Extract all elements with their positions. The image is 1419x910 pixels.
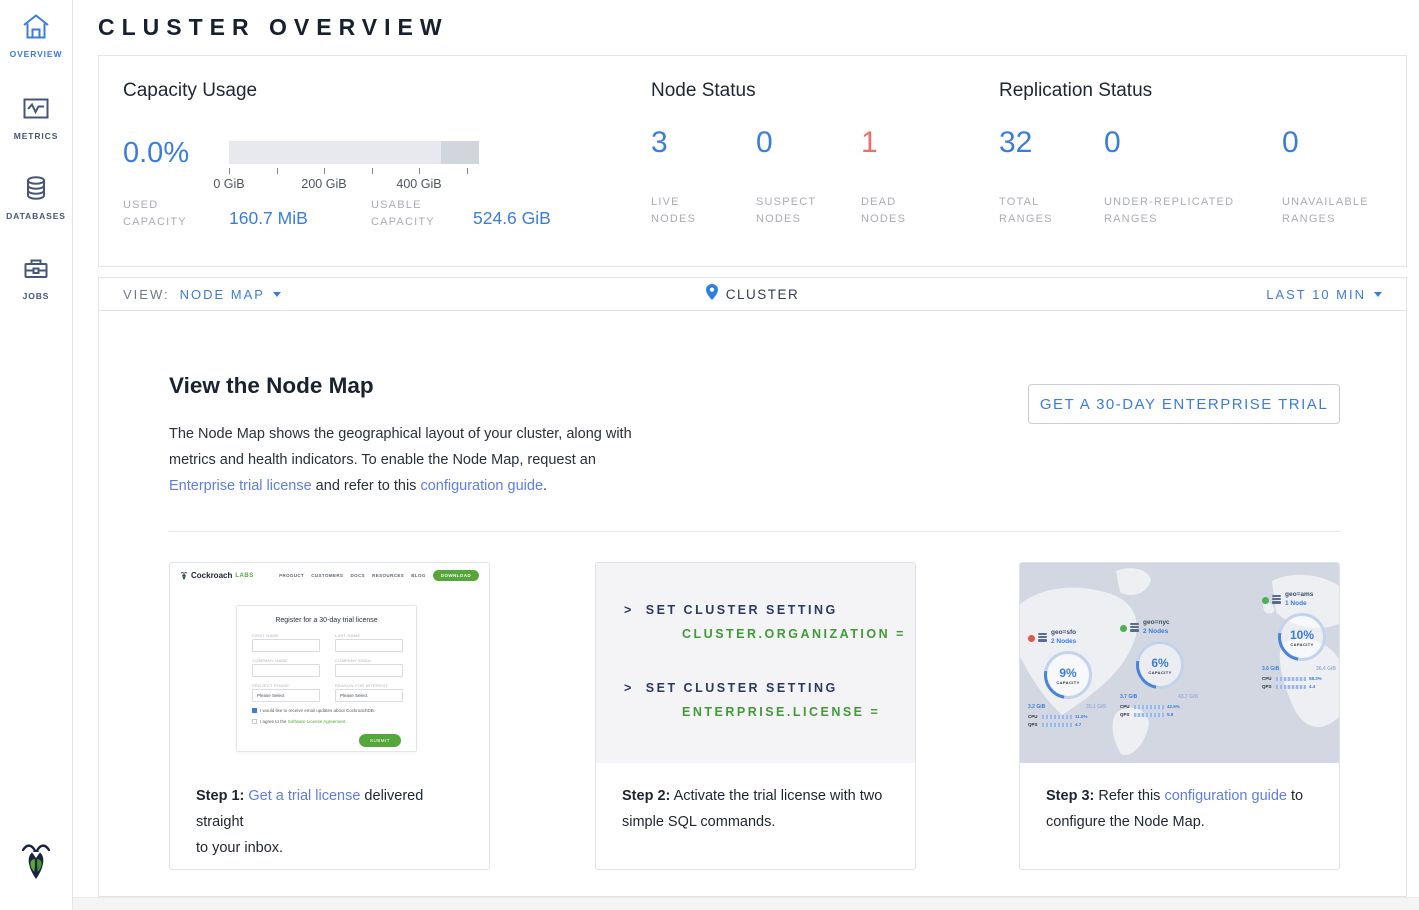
mini-nav-link: RESOURCES bbox=[372, 573, 404, 578]
time-range-dropdown[interactable]: LAST 10 MIN bbox=[1266, 278, 1382, 310]
sidebar: OVERVIEW METRICS DATABASES bbox=[0, 0, 73, 910]
status-dot-live-icon bbox=[1262, 597, 1269, 604]
sidebar-item-overview[interactable]: OVERVIEW bbox=[0, 12, 72, 59]
gauge-tick-label: 0 GiB bbox=[194, 177, 264, 191]
unavailable-ranges-count: 0 bbox=[1282, 126, 1299, 160]
unavailable-ranges-label: UNAVAILABLERANGES bbox=[1282, 194, 1369, 228]
step3-card: geo=sfo 2 Nodes 9% CAPACITY 3.2 GiB35.1 … bbox=[1019, 562, 1340, 870]
node-stack-icon bbox=[1130, 623, 1139, 633]
get-trial-license-link[interactable]: Get a trial license bbox=[248, 788, 360, 804]
page-bottom-strip bbox=[73, 897, 1419, 910]
cockroachdb-logo bbox=[0, 841, 72, 888]
gauge-tick bbox=[229, 168, 230, 174]
chevron-down-icon bbox=[1374, 292, 1382, 297]
used-capacity-label: USEDCAPACITY bbox=[123, 197, 187, 231]
replication-status-title: Replication Status bbox=[999, 80, 1152, 102]
capacity-gauge-bar bbox=[229, 141, 479, 164]
step1-card: CockroachLABS PRODUCT CUSTOMERS DOCS RES… bbox=[169, 562, 490, 870]
mini-nav-link: CUSTOMERS bbox=[311, 573, 343, 578]
capacity-percent: 0.0% bbox=[123, 137, 189, 170]
sidebar-item-metrics[interactable]: METRICS bbox=[0, 94, 72, 141]
total-ranges-count: 32 bbox=[999, 126, 1032, 160]
get-enterprise-trial-button[interactable]: GET A 30-DAY ENTERPRISE TRIAL bbox=[1028, 384, 1340, 424]
node-map-section: View the Node Map The Node Map shows the… bbox=[98, 310, 1407, 897]
gauge-tick-label: 400 GiB bbox=[384, 177, 454, 191]
metrics-chart-icon bbox=[0, 94, 72, 124]
view-toolbar: VIEW: NODE MAP CLUSTER LAST 10 MIN bbox=[98, 277, 1407, 311]
briefcase-icon bbox=[0, 254, 72, 284]
sidebar-item-label: DATABASES bbox=[0, 211, 72, 221]
suspect-nodes-count: 0 bbox=[756, 126, 773, 160]
sidebar-item-label: OVERVIEW bbox=[0, 49, 72, 59]
capacity-usage-title: Capacity Usage bbox=[123, 80, 257, 102]
step1-caption: Step 1: Get a trial license delivered st… bbox=[170, 763, 489, 861]
page-title: CLUSTER OVERVIEW bbox=[98, 14, 449, 41]
capacity-ring: 9% CAPACITY bbox=[1044, 651, 1092, 699]
sidebar-item-label: JOBS bbox=[0, 291, 72, 301]
mini-nav-link: BLOG bbox=[411, 573, 426, 578]
gauge-tick bbox=[277, 168, 278, 174]
usable-capacity-label: USABLECAPACITY bbox=[371, 197, 435, 231]
suspect-nodes-label: SUSPECTNODES bbox=[756, 194, 816, 228]
gauge-tick bbox=[372, 168, 373, 174]
under-replicated-ranges-label: UNDER-REPLICATEDRANGES bbox=[1104, 194, 1234, 228]
step2-card: > SET CLUSTER SETTING CLUSTER.ORGANIZATI… bbox=[595, 562, 916, 870]
node-stack-icon bbox=[1038, 633, 1047, 643]
node-status-title: Node Status bbox=[651, 80, 756, 102]
capacity-ring: 6% CAPACITY bbox=[1136, 641, 1184, 689]
step2-caption: Step 2: Activate the trial license with … bbox=[596, 763, 915, 835]
section-divider bbox=[169, 531, 1340, 532]
dead-nodes-label: DEADNODES bbox=[861, 194, 906, 228]
mini-trial-form: Register for a 30-day trial license FIRS… bbox=[236, 605, 417, 752]
gauge-tick bbox=[419, 168, 420, 174]
live-nodes-label: LIVENODES bbox=[651, 194, 696, 228]
section-heading: View the Node Map bbox=[169, 373, 374, 399]
sidebar-item-databases[interactable]: DATABASES bbox=[0, 174, 72, 221]
node-map-thumbnail: geo=sfo 2 Nodes 9% CAPACITY 3.2 GiB35.1 … bbox=[1020, 563, 1339, 763]
breadcrumb-cluster: CLUSTER bbox=[726, 287, 800, 302]
cluster-summary-panel: Capacity Usage 0.0% 0 GiB 200 GiB 400 Gi… bbox=[98, 55, 1407, 267]
capacity-gauge-nonusable-segment bbox=[441, 141, 479, 164]
mini-nav-link: DOCS bbox=[350, 573, 365, 578]
sidebar-item-label: METRICS bbox=[0, 131, 72, 141]
under-replicated-ranges-count: 0 bbox=[1104, 126, 1121, 160]
status-dot-dead-icon bbox=[1028, 635, 1035, 642]
gauge-tick-label: 200 GiB bbox=[289, 177, 359, 191]
sql-commands-thumbnail: > SET CLUSTER SETTING CLUSTER.ORGANIZATI… bbox=[596, 563, 915, 763]
sidebar-item-jobs[interactable]: JOBS bbox=[0, 254, 72, 301]
live-nodes-count: 3 bbox=[651, 126, 668, 160]
configuration-guide-link[interactable]: configuration guide bbox=[1164, 788, 1287, 804]
home-icon bbox=[0, 12, 72, 42]
node-stack-icon bbox=[1272, 595, 1281, 605]
gauge-tick bbox=[324, 168, 325, 174]
status-dot-live-icon bbox=[1120, 625, 1127, 632]
registration-page-thumbnail: CockroachLABS PRODUCT CUSTOMERS DOCS RES… bbox=[170, 563, 489, 763]
enterprise-trial-license-link[interactable]: Enterprise trial license bbox=[169, 478, 312, 494]
step3-caption: Step 3: Refer this configuration guide t… bbox=[1020, 763, 1339, 835]
configuration-guide-link[interactable]: configuration guide bbox=[420, 478, 543, 494]
mini-nav-link: PRODUCT bbox=[279, 573, 304, 578]
usable-capacity-value: 524.6 GiB bbox=[473, 208, 551, 229]
mini-cockroach-logo: CockroachLABS bbox=[180, 571, 254, 581]
dead-nodes-count: 1 bbox=[861, 126, 878, 160]
gauge-tick bbox=[467, 168, 468, 174]
capacity-ring: 10% CAPACITY bbox=[1278, 613, 1326, 661]
used-capacity-value: 160.7 MiB bbox=[229, 208, 308, 229]
total-ranges-label: TOTALRANGES bbox=[999, 194, 1053, 228]
mini-download-button: DOWNLOAD bbox=[433, 570, 479, 581]
section-description: The Node Map shows the geographical layo… bbox=[169, 421, 632, 499]
location-pin-icon bbox=[706, 284, 718, 305]
database-icon bbox=[0, 174, 72, 204]
